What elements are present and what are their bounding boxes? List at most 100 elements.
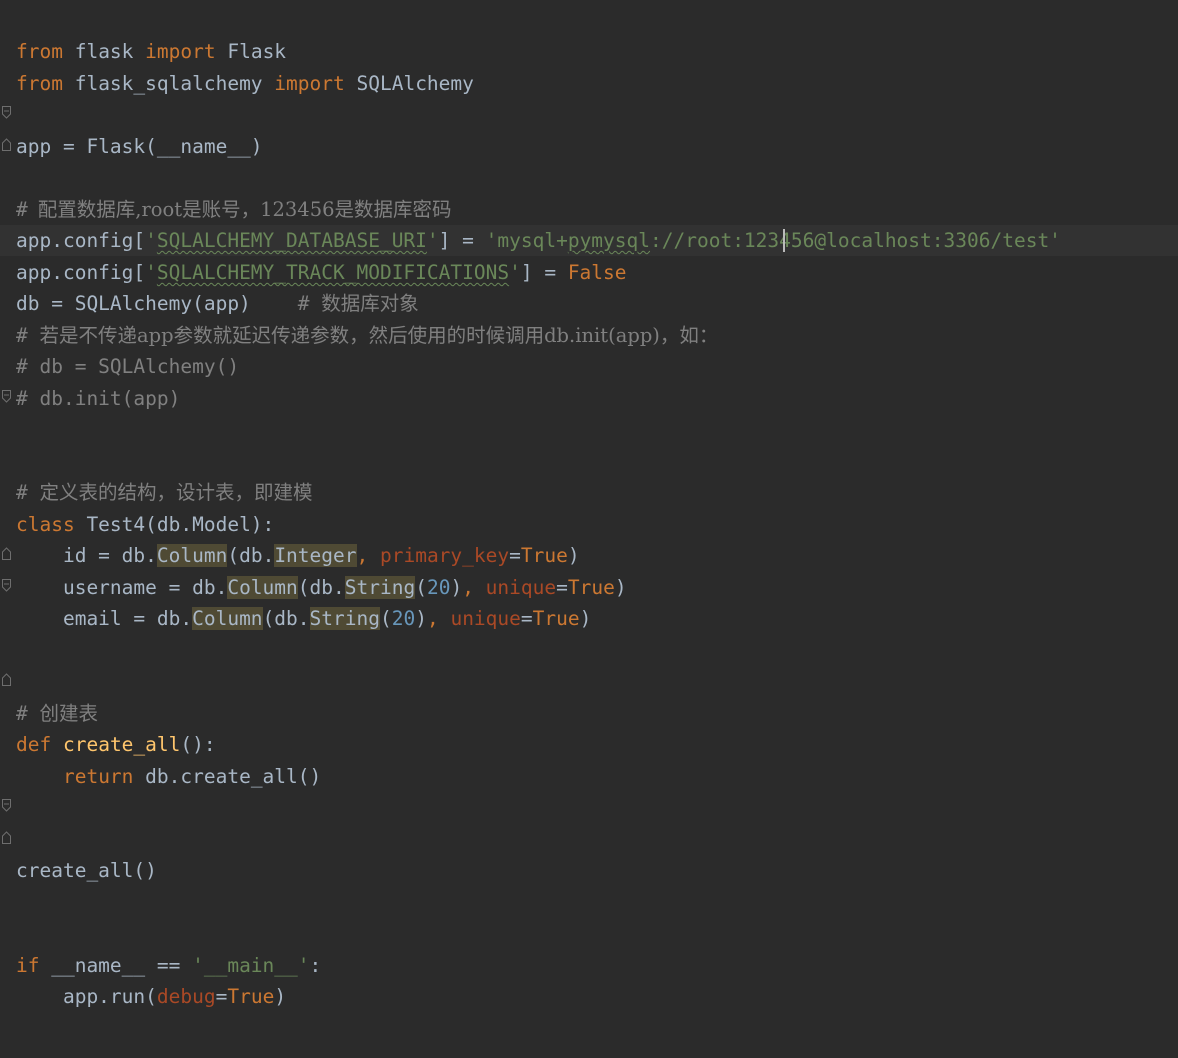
code-line-17[interactable]: def create_all(): <box>0 729 1178 812</box>
code-line-3[interactable]: app = Flask(__name__) <box>0 131 1178 162</box>
keyword: True <box>567 576 615 599</box>
string: ' <box>509 261 521 284</box>
parameter: unique <box>450 607 521 630</box>
string: '__main__' <box>192 954 310 977</box>
highlighted-symbol: Column <box>227 576 298 599</box>
code-text: ) <box>614 576 627 599</box>
code-line-18[interactable]: return db.create_all() <box>0 761 1178 844</box>
code-text: app = Flask(__name__) <box>16 135 263 158</box>
fold-icon[interactable] <box>2 517 11 592</box>
function-name: create_all <box>62 733 181 756</box>
code-text: = <box>556 576 568 599</box>
fold-icon[interactable] <box>2 328 11 403</box>
code-text: (db. <box>262 607 310 630</box>
parameter: primary_key <box>379 544 510 567</box>
keyword: from <box>16 72 63 95</box>
highlighted-symbol: Column <box>192 607 263 630</box>
string: ://root:12 <box>650 229 768 252</box>
code-line-5[interactable]: app.config['SQLALCHEMY_DATABASE_URI'] = … <box>0 225 1178 256</box>
string: ' <box>145 229 157 252</box>
code-text: ] = <box>520 261 568 284</box>
string: ' <box>145 261 157 284</box>
comment-text: 若是不传递app参数就延迟传递参数，然后使用的时候调用db.init(app)，… <box>39 324 719 347</box>
code-text: ) <box>567 544 580 567</box>
code-text: app.config[ <box>16 261 146 284</box>
code-line-8[interactable]: # 若是不传递app参数就延迟传递参数，然后使用的时候调用db.init(app… <box>0 320 1178 403</box>
string: SQLALCHEMY_DATABASE_URI <box>156 229 427 252</box>
string: ' <box>426 229 439 252</box>
code-editor[interactable]: from flask import Flask from flask_sqlal… <box>0 0 1178 1058</box>
code-text: = <box>509 544 521 567</box>
code-line-7[interactable]: db = SQLAlchemy(app) # 数据库对象 <box>0 288 1178 319</box>
code-text: : <box>309 954 322 977</box>
highlighted-symbol: Column <box>156 544 228 567</box>
code-text: app.config[ <box>16 229 146 252</box>
code-text: __name__ == <box>39 954 193 977</box>
fold-icon[interactable] <box>2 769 11 844</box>
comment: # <box>16 481 40 504</box>
highlighted-symbol: Integer <box>274 544 357 567</box>
fold-icon[interactable] <box>2 485 11 560</box>
code-text: email = db. <box>16 607 193 630</box>
lightbulb-icon[interactable] <box>30 199 115 251</box>
comment-hash: # <box>16 198 28 221</box>
code-text: (): <box>180 733 216 756</box>
keyword: class <box>16 513 75 536</box>
code-line-13[interactable]: id = db.Column(db.Integer, primary_key=T… <box>0 540 1178 571</box>
code-line-21[interactable]: app.run(debug=True) <box>0 981 1178 1012</box>
comment-text: 定义表的结构，设计表，即建模 <box>39 481 313 504</box>
code-text: = <box>520 607 533 630</box>
code-text: = <box>215 985 228 1008</box>
keyword: , <box>426 607 451 630</box>
code-line-1[interactable]: from flask import Flask <box>0 36 1178 119</box>
comment: # db.init(app) <box>16 387 181 410</box>
keyword: True <box>227 985 275 1008</box>
code-line-15[interactable]: email = db.Column(db.String(20), unique=… <box>0 603 1178 686</box>
keyword: if <box>16 954 40 977</box>
code-line-2[interactable]: from flask_sqlalchemy import SQLAlchemy <box>0 68 1178 151</box>
code-text: ) <box>579 607 592 630</box>
code-text: app.run( <box>16 985 157 1008</box>
code-text: create_all() <box>16 859 157 882</box>
string: pymysql <box>567 229 651 252</box>
code-text: ) <box>274 985 287 1008</box>
keyword: True <box>532 607 580 630</box>
keyword: , <box>462 576 486 599</box>
fold-icon[interactable] <box>2 737 11 812</box>
code-line-12[interactable]: class Test4(db.Model): <box>0 509 1178 592</box>
code-text: flask_sqlalchemy <box>62 72 275 95</box>
string: 3456@localhost:3306/test' <box>767 229 1061 252</box>
keyword: False <box>567 261 627 284</box>
keyword: , <box>356 544 380 567</box>
fold-icon[interactable] <box>2 76 11 151</box>
code-line-4[interactable]: # 配置数据库,root是账号，123456是数据库密码 <box>0 194 1178 251</box>
code-text: ) <box>415 607 427 630</box>
fold-icon[interactable] <box>2 611 11 686</box>
code-line-19[interactable]: create_all() <box>0 855 1178 886</box>
comment-text: 配置数据库,root是账号，123456是数据库密码 <box>37 198 452 221</box>
code-line-20[interactable]: if __name__ == '__main__': <box>0 950 1178 981</box>
highlighted-symbol: String <box>344 576 416 599</box>
code-line-14[interactable]: username = db.Column(db.String(20), uniq… <box>0 572 1178 603</box>
code-line-9[interactable]: # db = SQLAlchemy() <box>0 351 1178 382</box>
comment-text: 数据库对象 <box>321 292 419 315</box>
keyword: True <box>520 544 568 567</box>
code-line-11[interactable]: # 定义表的结构，设计表，即建模 <box>0 477 1178 560</box>
code-line-10[interactable]: # db.init(app) <box>0 383 1178 414</box>
keyword: import <box>274 72 345 95</box>
code-text: username = db. <box>16 576 228 599</box>
comment: # db = SQLAlchemy() <box>16 355 240 378</box>
comment: # <box>297 292 322 315</box>
fold-icon[interactable] <box>2 44 11 119</box>
code-line-6[interactable]: app.config['SQLALCHEMY_TRACK_MODIFICATIO… <box>0 257 1178 288</box>
code-line-16[interactable]: # 创建表 <box>0 698 1178 729</box>
code-text: ( <box>379 607 392 630</box>
code-text: db = SQLAlchemy(app) <box>16 292 298 315</box>
code-text: ) <box>450 576 463 599</box>
code-text: Flask <box>215 40 287 63</box>
string: 'mysql+ <box>485 229 568 252</box>
parameter: unique <box>485 576 557 599</box>
code-text: id = db. <box>16 544 157 567</box>
